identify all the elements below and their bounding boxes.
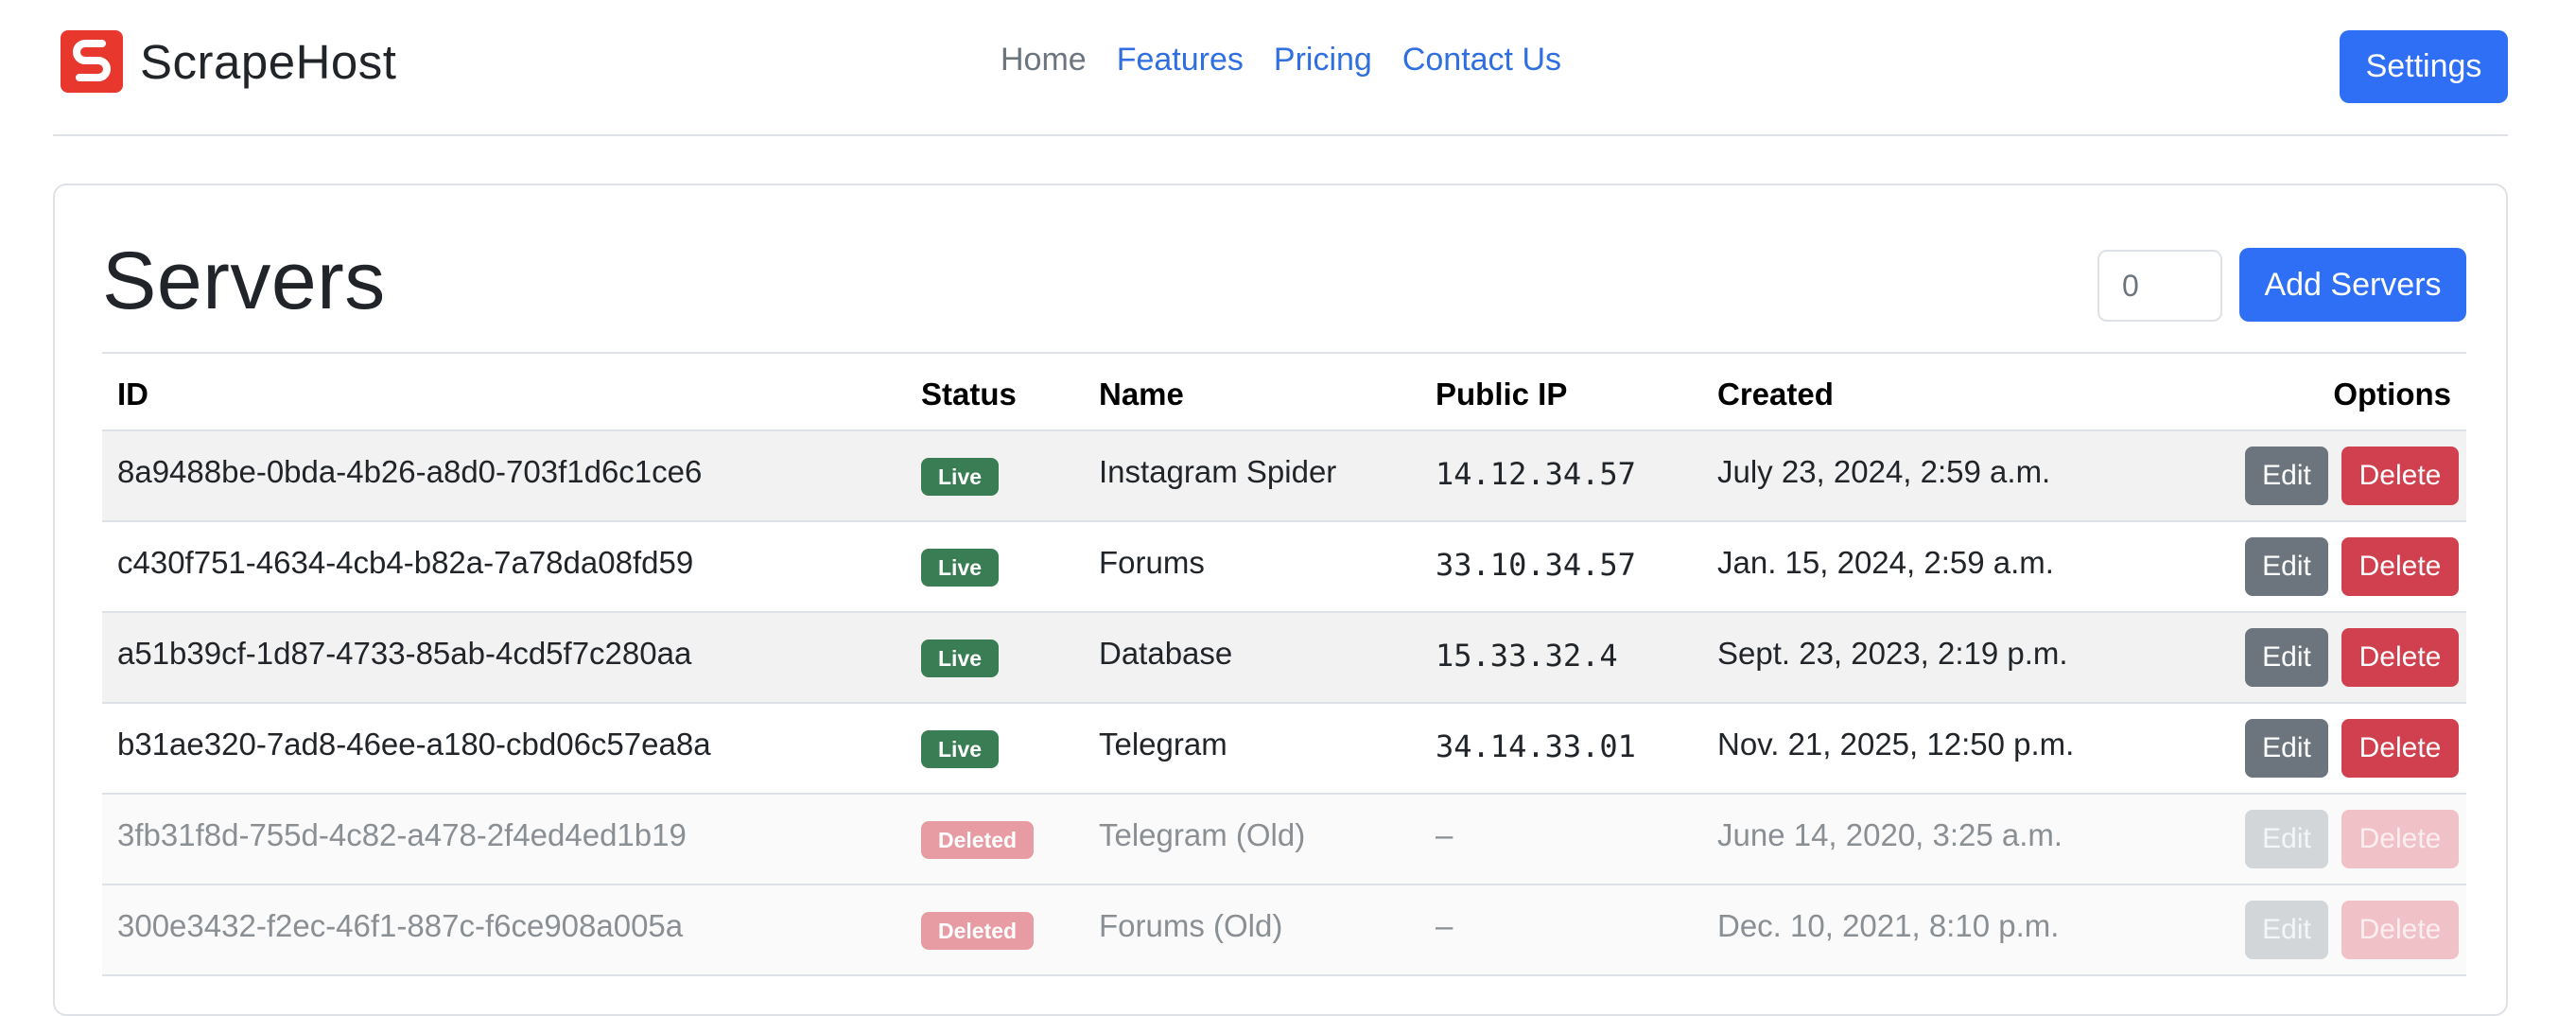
- server-name: Database: [1099, 636, 1233, 671]
- server-created: July 23, 2024, 2:59 a.m.: [1717, 454, 2051, 489]
- nav-link-features[interactable]: Features: [1117, 42, 1244, 79]
- add-servers-button[interactable]: Add Servers: [2239, 248, 2466, 322]
- server-name: Telegram (Old): [1099, 817, 1306, 852]
- nav-links: Home Features Pricing Contact Us: [1001, 42, 1592, 79]
- status-badge: Live: [921, 639, 1000, 677]
- page-title: Servers: [102, 236, 386, 326]
- server-name: Forums (Old): [1099, 908, 1283, 943]
- delete-button[interactable]: Delete: [2341, 628, 2459, 687]
- status-badge: Live: [921, 730, 1000, 768]
- server-id: a51b39cf-1d87-4733-85ab-4cd5f7c280aa: [117, 636, 692, 671]
- server-count-input[interactable]: [2097, 250, 2222, 322]
- top-navbar: ScrapeHost Home Features Pricing Contact…: [53, 0, 2508, 136]
- delete-button[interactable]: Delete: [2341, 719, 2459, 778]
- server-created: June 14, 2020, 3:25 a.m.: [1717, 817, 2063, 852]
- brand-name: ScrapeHost: [140, 34, 397, 89]
- nav-link-contact[interactable]: Contact Us: [1402, 42, 1561, 79]
- server-created: Sept. 23, 2023, 2:19 p.m.: [1717, 636, 2068, 671]
- column-header-options: Options: [2333, 377, 2451, 412]
- server-public-ip: –: [1436, 908, 1453, 943]
- server-created: Jan. 15, 2024, 2:59 a.m.: [1717, 545, 2054, 580]
- column-header-status: Status: [921, 377, 1017, 412]
- brand[interactable]: ScrapeHost: [61, 30, 396, 93]
- server-public-ip: 34.14.33.01: [1436, 728, 1636, 764]
- delete-button[interactable]: Delete: [2341, 447, 2459, 505]
- server-name: Telegram: [1099, 727, 1227, 762]
- status-badge: Live: [921, 458, 1000, 496]
- server-public-ip: 14.12.34.57: [1436, 456, 1636, 492]
- settings-button[interactable]: Settings: [2340, 30, 2508, 103]
- status-badge: Deleted: [921, 821, 1035, 859]
- server-name: Instagram Spider: [1099, 454, 1337, 489]
- table-row: a51b39cf-1d87-4733-85ab-4cd5f7c280aa Liv…: [102, 613, 2466, 704]
- column-header-public-ip: Public IP: [1436, 377, 1568, 412]
- nav-link-pricing[interactable]: Pricing: [1274, 42, 1372, 79]
- status-badge: Live: [921, 549, 1000, 587]
- server-created: Dec. 10, 2021, 8:10 p.m.: [1717, 908, 2060, 943]
- server-public-ip: 15.33.32.4: [1436, 638, 1618, 674]
- edit-button[interactable]: Edit: [2245, 537, 2328, 596]
- edit-button[interactable]: Edit: [2245, 447, 2328, 505]
- delete-button: Delete: [2341, 810, 2459, 868]
- servers-card: Servers Add Servers ID Status Name Publi…: [53, 184, 2508, 1016]
- edit-button: Edit: [2245, 810, 2328, 868]
- server-id: 3fb31f8d-755d-4c82-a478-2f4ed4ed1b19: [117, 817, 687, 852]
- nav-link-home[interactable]: Home: [1001, 42, 1087, 79]
- table-row: 8a9488be-0bda-4b26-a8d0-703f1d6c1ce6 Liv…: [102, 431, 2466, 522]
- edit-button: Edit: [2245, 901, 2328, 959]
- server-name: Forums: [1099, 545, 1205, 580]
- table-row: b31ae320-7ad8-46ee-a180-cbd06c57ea8a Liv…: [102, 704, 2466, 795]
- delete-button: Delete: [2341, 901, 2459, 959]
- delete-button[interactable]: Delete: [2341, 537, 2459, 596]
- edit-button[interactable]: Edit: [2245, 719, 2328, 778]
- column-header-created: Created: [1717, 377, 1834, 412]
- edit-button[interactable]: Edit: [2245, 628, 2328, 687]
- server-id: 8a9488be-0bda-4b26-a8d0-703f1d6c1ce6: [117, 454, 703, 489]
- table-header: ID Status Name Public IP Created Options: [102, 352, 2466, 431]
- servers-table: ID Status Name Public IP Created Options…: [102, 352, 2466, 976]
- server-id: b31ae320-7ad8-46ee-a180-cbd06c57ea8a: [117, 727, 711, 762]
- table-row: c430f751-4634-4cb4-b82a-7a78da08fd59 Liv…: [102, 522, 2466, 613]
- server-id: 300e3432-f2ec-46f1-887c-f6ce908a005a: [117, 908, 684, 943]
- scrapehost-logo-icon: [61, 30, 123, 93]
- status-badge: Deleted: [921, 912, 1035, 950]
- column-header-name: Name: [1099, 377, 1184, 412]
- server-public-ip: 33.10.34.57: [1436, 547, 1636, 583]
- server-public-ip: –: [1436, 817, 1453, 852]
- table-row: 300e3432-f2ec-46f1-887c-f6ce908a005a Del…: [102, 885, 2466, 976]
- table-row: 3fb31f8d-755d-4c82-a478-2f4ed4ed1b19 Del…: [102, 795, 2466, 885]
- column-header-id: ID: [117, 377, 148, 412]
- server-created: Nov. 21, 2025, 12:50 p.m.: [1717, 727, 2075, 762]
- server-id: c430f751-4634-4cb4-b82a-7a78da08fd59: [117, 545, 694, 580]
